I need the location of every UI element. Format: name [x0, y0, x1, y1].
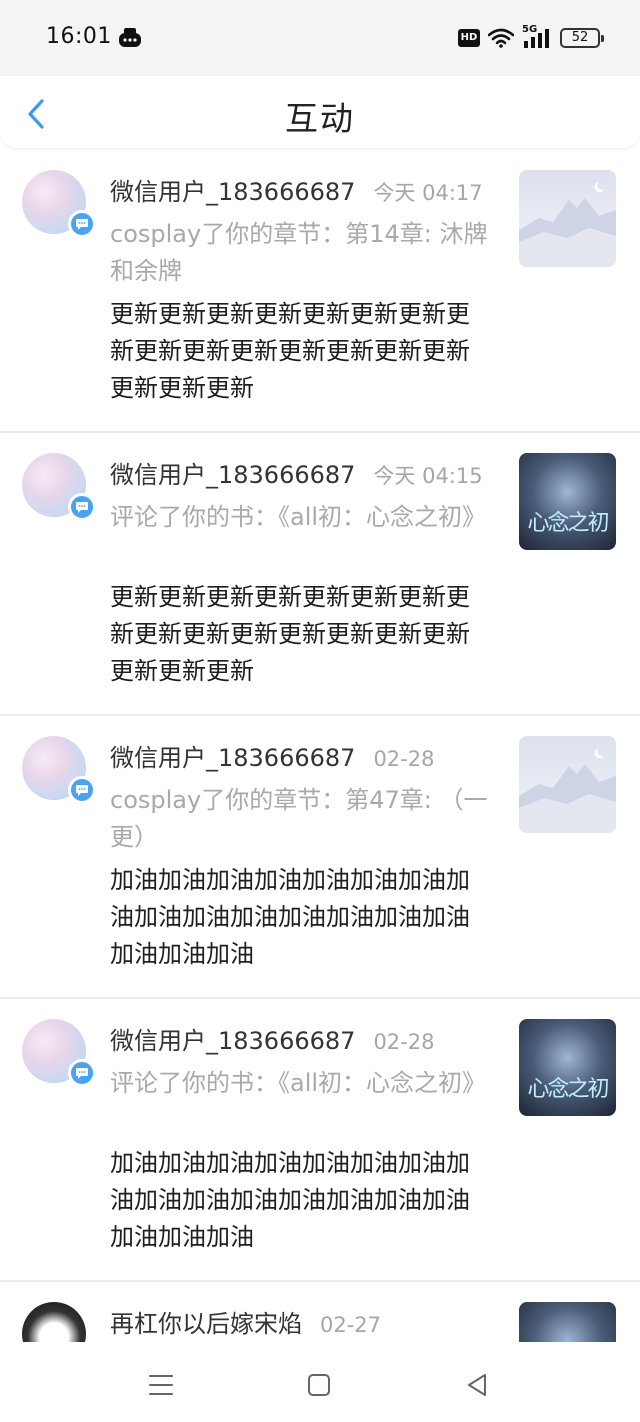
message-content: 更新更新更新更新更新更新更新更新更新更新更新更新更新更新更新更新更新更新 — [110, 583, 470, 685]
chat-bubble-icon — [68, 210, 96, 238]
book-cover-thumbnail[interactable]: 心念之初 — [519, 453, 616, 550]
square-icon[interactable] — [304, 1370, 334, 1400]
game-controller-icon — [119, 28, 141, 47]
book-cover-thumbnail[interactable]: 心念之初 — [519, 1019, 616, 1116]
timestamp: 今天 04:17 — [373, 181, 483, 205]
mountain-image — [519, 182, 616, 267]
triangle-back-icon[interactable] — [462, 1370, 492, 1400]
item-meta: 微信用户_183666687 今天 04:17 — [110, 172, 483, 207]
item-meta: 微信用户_183666687 02-28 — [110, 738, 434, 773]
interaction-list[interactable]: 微信用户_183666687 今天 04:17 cosplay了你的章节：第14… — [0, 150, 640, 1342]
action-text: 评论了你的书：《all初：心念之初》 — [110, 1069, 487, 1097]
battery-indicator: 52 — [560, 28, 604, 48]
timestamp: 02-27 — [320, 1313, 382, 1337]
avatar-image — [22, 1302, 86, 1342]
list-item[interactable]: 微信用户_183666687 今天 04:15 评论了你的书：《all初：心念之… — [0, 433, 640, 716]
chat-bubble-icon — [68, 1059, 96, 1087]
avatar[interactable] — [22, 1302, 96, 1342]
status-time: 16:01 — [46, 24, 112, 49]
avatar[interactable] — [22, 1019, 96, 1093]
username[interactable]: 微信用户_183666687 — [110, 1021, 355, 1056]
action-text: cosplay了你的章节：第47章: （一更） — [110, 786, 488, 851]
timestamp: 今天 04:15 — [373, 464, 483, 488]
header: 互动 — [0, 76, 640, 148]
message-content: 加油加油加油加油加油加油加油加油加油加油加油加油加油加油加油加油加油加油 — [110, 1149, 470, 1251]
list-item[interactable]: 微信用户_183666687 今天 04:17 cosplay了你的章节：第14… — [0, 150, 640, 433]
avatar[interactable] — [22, 736, 96, 810]
chat-bubble-icon — [68, 493, 96, 521]
chapter-thumbnail[interactable] — [519, 170, 616, 267]
status-bar: 16:01 HD 5G 52 — [0, 0, 640, 76]
item-meta: 微信用户_183666687 今天 04:15 — [110, 455, 483, 490]
action-text: 评论了你的书：《all初：心念之初》 — [110, 503, 487, 531]
hd-badge: HD — [458, 29, 480, 47]
username[interactable]: 微信用户_183666687 — [110, 172, 355, 207]
book-cover-thumbnail[interactable] — [519, 1302, 616, 1342]
avatar[interactable] — [22, 453, 96, 527]
book-cover-title: 心念之初 — [527, 511, 609, 536]
chapter-thumbnail[interactable] — [519, 736, 616, 833]
book-cover-title: 心念之初 — [527, 1077, 609, 1102]
list-item[interactable]: 微信用户_183666687 02-28 评论了你的书：《all初：心念之初》 … — [0, 999, 640, 1282]
signal-bars-icon — [524, 29, 549, 48]
screen: 16:01 HD 5G 52 互动 微信用户_183666687 今天 04:1… — [0, 0, 640, 1422]
mountain-image — [519, 748, 616, 833]
timestamp: 02-28 — [373, 1030, 435, 1054]
menu-icon[interactable] — [146, 1370, 176, 1400]
username[interactable]: 再杠你以后嫁宋焰 — [110, 1304, 302, 1339]
wifi-icon — [488, 28, 514, 48]
cellular-signal: 5G — [522, 24, 552, 49]
timestamp: 02-28 — [373, 747, 435, 771]
username[interactable]: 微信用户_183666687 — [110, 738, 355, 773]
system-nav-bar — [0, 1342, 640, 1422]
status-icons: HD 5G 52 — [458, 24, 604, 50]
username[interactable]: 微信用户_183666687 — [110, 455, 355, 490]
avatar[interactable] — [22, 170, 96, 244]
item-meta: 再杠你以后嫁宋焰 02-27 — [110, 1304, 381, 1339]
chat-bubble-icon — [68, 776, 96, 804]
message-content: 加油加油加油加油加油加油加油加油加油加油加油加油加油加油加油加油加油加油 — [110, 866, 470, 968]
list-item[interactable]: 微信用户_183666687 02-28 cosplay了你的章节：第47章: … — [0, 716, 640, 999]
list-item[interactable]: 再杠你以后嫁宋焰 02-27 — [0, 1282, 640, 1342]
action-text: cosplay了你的章节：第14章: 沐牌和余牌 — [110, 220, 488, 285]
item-meta: 微信用户_183666687 02-28 — [110, 1021, 434, 1056]
page-title: 互动 — [285, 99, 355, 138]
message-content: 更新更新更新更新更新更新更新更新更新更新更新更新更新更新更新更新更新更新 — [110, 300, 470, 402]
